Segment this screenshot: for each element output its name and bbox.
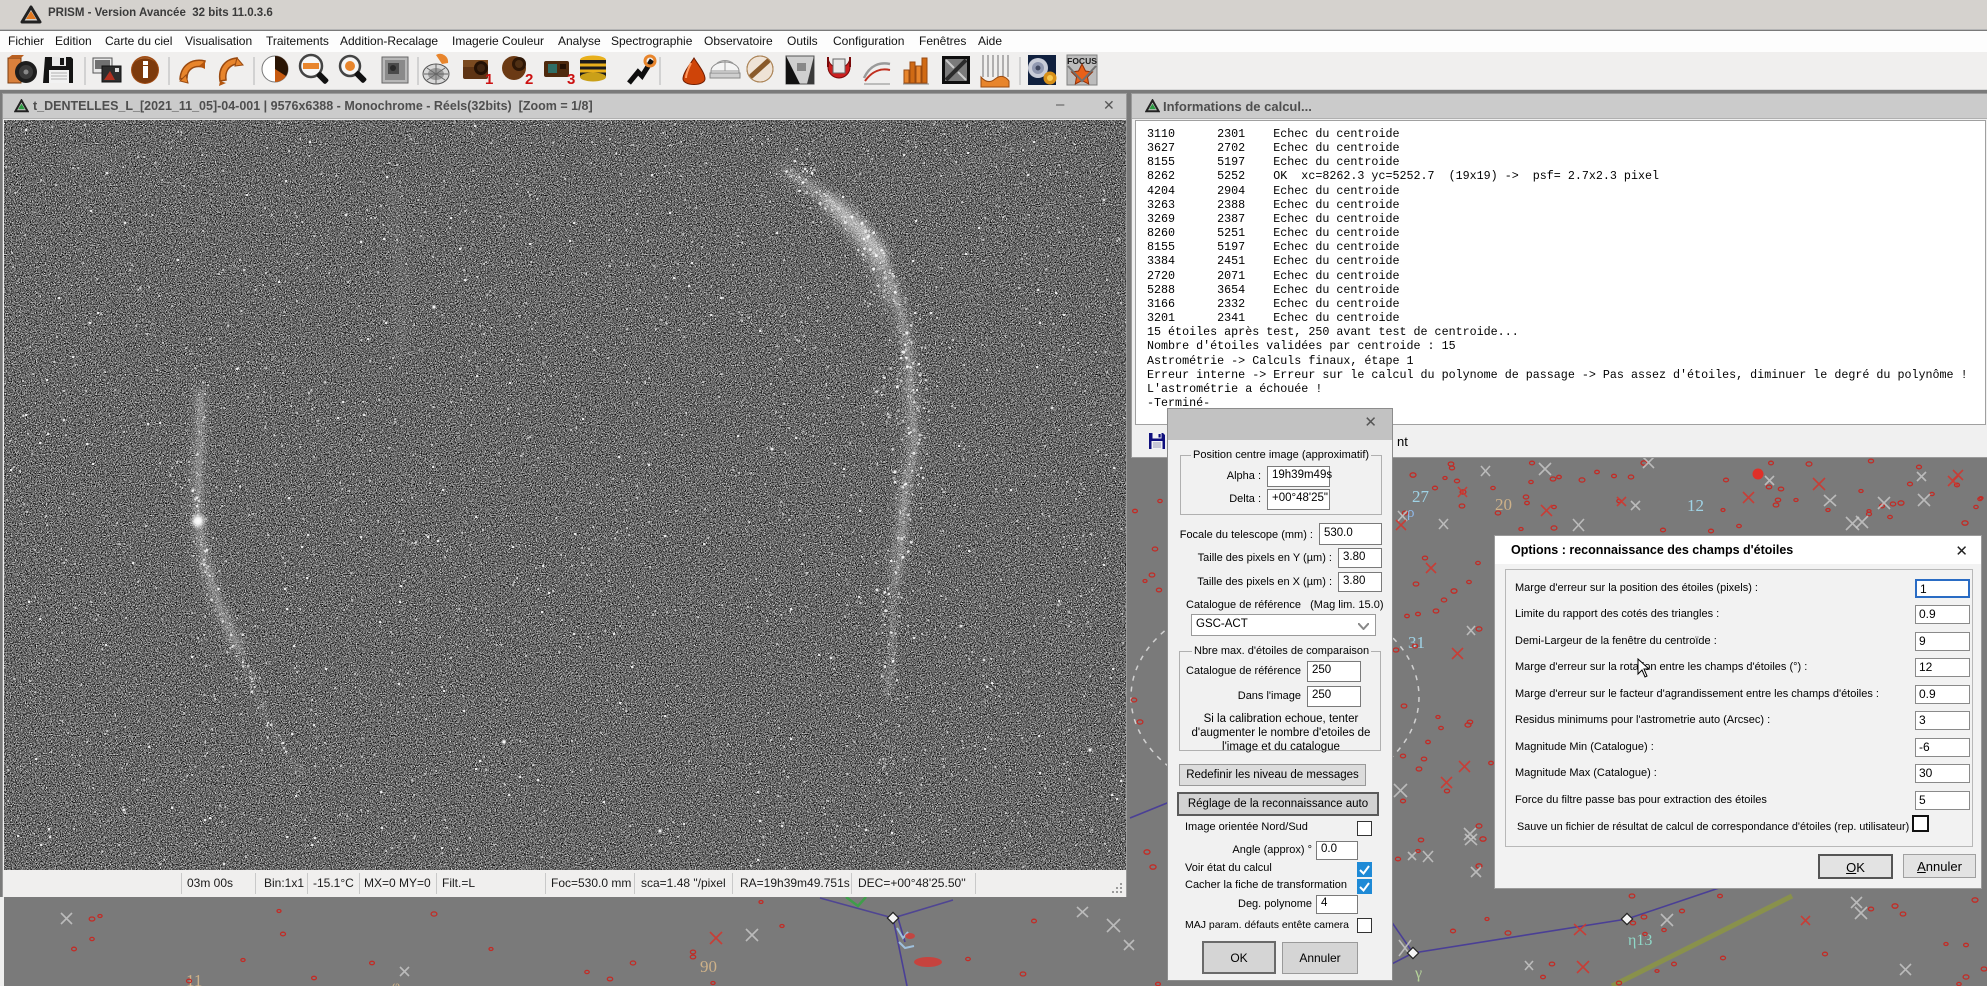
svg-text:η13: η13 — [1628, 932, 1652, 949]
svg-text:φ: φ — [392, 979, 400, 986]
svg-text:1: 1 — [485, 71, 493, 88]
svg-text:2: 2 — [525, 71, 533, 88]
svg-text:90: 90 — [700, 957, 717, 976]
svg-text:31: 31 — [1408, 633, 1425, 652]
svg-text:γ: γ — [1414, 965, 1422, 982]
svg-text:3: 3 — [567, 71, 575, 88]
svg-text:27: 27 — [1412, 487, 1430, 506]
svg-text:11: 11 — [186, 971, 202, 986]
svg-text:12: 12 — [1687, 496, 1704, 515]
